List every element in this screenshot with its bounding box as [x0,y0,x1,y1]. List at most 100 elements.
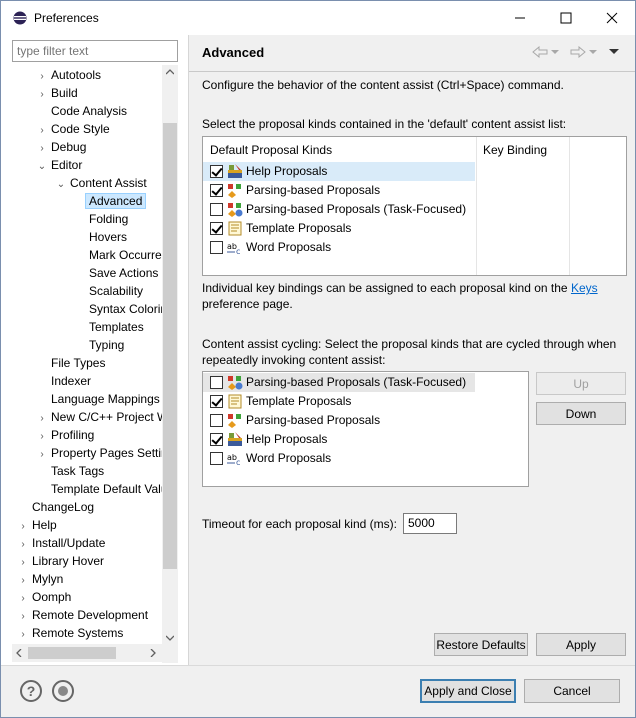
proposal-checkbox[interactable] [210,452,223,465]
cancel-button[interactable]: Cancel [524,679,620,703]
proposal-row[interactable]: Parsing-based Proposals (Task-Focused) [203,200,475,219]
proposal-row[interactable]: Parsing-based Proposals [203,181,475,200]
expand-icon[interactable]: › [37,428,47,444]
column-divider[interactable] [569,137,570,275]
proposal-row[interactable]: Parsing-based Proposals (Task-Focused) [203,373,475,392]
tree-item[interactable]: Templates [12,318,162,336]
restore-defaults-button[interactable]: Restore Defaults [434,633,528,656]
expand-icon[interactable]: › [37,86,47,102]
up-button[interactable]: Up [536,372,626,395]
tree-item[interactable]: › Library Hover [12,552,162,570]
proposal-checkbox[interactable] [210,165,223,178]
proposal-checkbox[interactable] [210,395,223,408]
collapse-icon[interactable]: ⌄ [56,176,66,192]
proposal-row[interactable]: Template Proposals [203,392,475,411]
help-icon[interactable]: ? [20,680,42,702]
tree-item[interactable]: Mark Occurrences [12,246,162,264]
expand-icon[interactable]: › [18,608,28,624]
tree-item[interactable]: › Oomph [12,588,162,606]
tree-item[interactable]: Indexer [12,372,162,390]
proposal-row[interactable]: Help Proposals [203,430,475,449]
down-button[interactable]: Down [536,402,626,425]
tree-item[interactable]: Hovers [12,228,162,246]
expand-icon[interactable]: › [18,536,28,552]
tree-item[interactable]: File Types [12,354,162,372]
expand-icon[interactable]: › [37,410,47,426]
proposal-row[interactable]: Help Proposals [203,162,475,181]
proposal-checkbox[interactable] [210,376,223,389]
tree-item[interactable]: › Install/Update [12,534,162,552]
proposal-checkbox[interactable] [210,222,223,235]
tree-item[interactable]: Task Tags [12,462,162,480]
tree-item[interactable]: ⌄ Content Assist [12,174,162,192]
col-header-kinds[interactable]: Default Proposal Kinds [210,143,332,157]
expand-icon[interactable]: › [18,626,28,642]
expand-icon[interactable]: › [18,590,28,606]
expand-icon[interactable]: › [18,572,28,588]
tree-item[interactable]: › Remote Systems [12,624,162,642]
scroll-down-icon[interactable] [166,635,174,641]
tree-item[interactable]: Code Analysis [12,102,162,120]
tree-item[interactable]: › Mylyn [12,570,162,588]
h-scroll-thumb[interactable] [28,647,116,659]
timeout-input[interactable]: 5000 [403,513,457,534]
proposal-checkbox[interactable] [210,433,223,446]
tree-item[interactable]: ChangeLog [12,498,162,516]
proposal-checkbox[interactable] [210,414,223,427]
expand-icon[interactable]: › [37,68,47,84]
proposal-row[interactable]: ab c Word Proposals [203,238,475,257]
scroll-right-icon[interactable] [150,649,156,657]
close-button[interactable] [589,1,635,34]
tree-vertical-scrollbar[interactable] [162,65,178,663]
tree-horizontal-scrollbar[interactable] [12,644,162,662]
tree-item[interactable]: › Property Pages Settings [12,444,162,462]
maximize-button[interactable] [543,1,589,34]
col-header-binding[interactable]: Key Binding [483,143,547,157]
back-icon[interactable] [532,46,548,58]
tree-item[interactable]: › Help [12,516,162,534]
record-macro-icon[interactable] [52,680,74,702]
back-menu-icon[interactable] [551,50,559,55]
view-menu-icon[interactable] [609,49,619,55]
scroll-left-icon[interactable] [16,649,22,657]
tree-item[interactable]: › Debug [12,138,162,156]
proposal-row[interactable]: Parsing-based Proposals [203,411,475,430]
tree-item[interactable]: Language Mappings [12,390,162,408]
tree-item[interactable]: Advanced [12,192,162,210]
proposal-row[interactable]: ab c Word Proposals [203,449,475,468]
expand-icon[interactable]: › [37,446,47,462]
tree-item[interactable]: Template Default Values [12,480,162,498]
tree-item[interactable]: › New C/C++ Project Wizard [12,408,162,426]
tree-item[interactable]: › Profiling [12,426,162,444]
forward-icon[interactable] [570,46,586,58]
tree-item[interactable]: Save Actions [12,264,162,282]
tree-item[interactable]: ⌄ Editor [12,156,162,174]
expand-icon[interactable]: › [37,122,47,138]
expand-icon[interactable]: › [37,140,47,156]
proposal-checkbox[interactable] [210,203,223,216]
keys-link[interactable]: Keys [571,281,598,295]
filter-input[interactable] [12,40,178,62]
tree-item[interactable]: Scalability [12,282,162,300]
expand-icon[interactable]: › [18,554,28,570]
apply-button[interactable]: Apply [536,633,626,656]
proposal-checkbox[interactable] [210,241,223,254]
expand-icon[interactable]: › [18,518,28,534]
minimize-button[interactable] [497,1,543,34]
apply-and-close-button[interactable]: Apply and Close [420,679,516,703]
scroll-thumb[interactable] [163,123,177,569]
proposal-row[interactable]: Template Proposals [203,219,475,238]
proposal-checkbox[interactable] [210,184,223,197]
cycling-label-line1: Content assist cycling: Select the propo… [202,337,617,351]
tree-item[interactable]: › Remote Development [12,606,162,624]
forward-menu-icon[interactable] [589,50,597,55]
tree-item[interactable]: › Code Style [12,120,162,138]
scroll-up-icon[interactable] [166,69,174,75]
column-divider[interactable] [476,137,477,275]
tree-item[interactable]: › Build [12,84,162,102]
collapse-icon[interactable]: ⌄ [37,158,47,174]
tree-item[interactable]: › Autotools [12,66,162,84]
tree-item[interactable]: Syntax Coloring [12,300,162,318]
tree-item[interactable]: Typing [12,336,162,354]
tree-item[interactable]: Folding [12,210,162,228]
